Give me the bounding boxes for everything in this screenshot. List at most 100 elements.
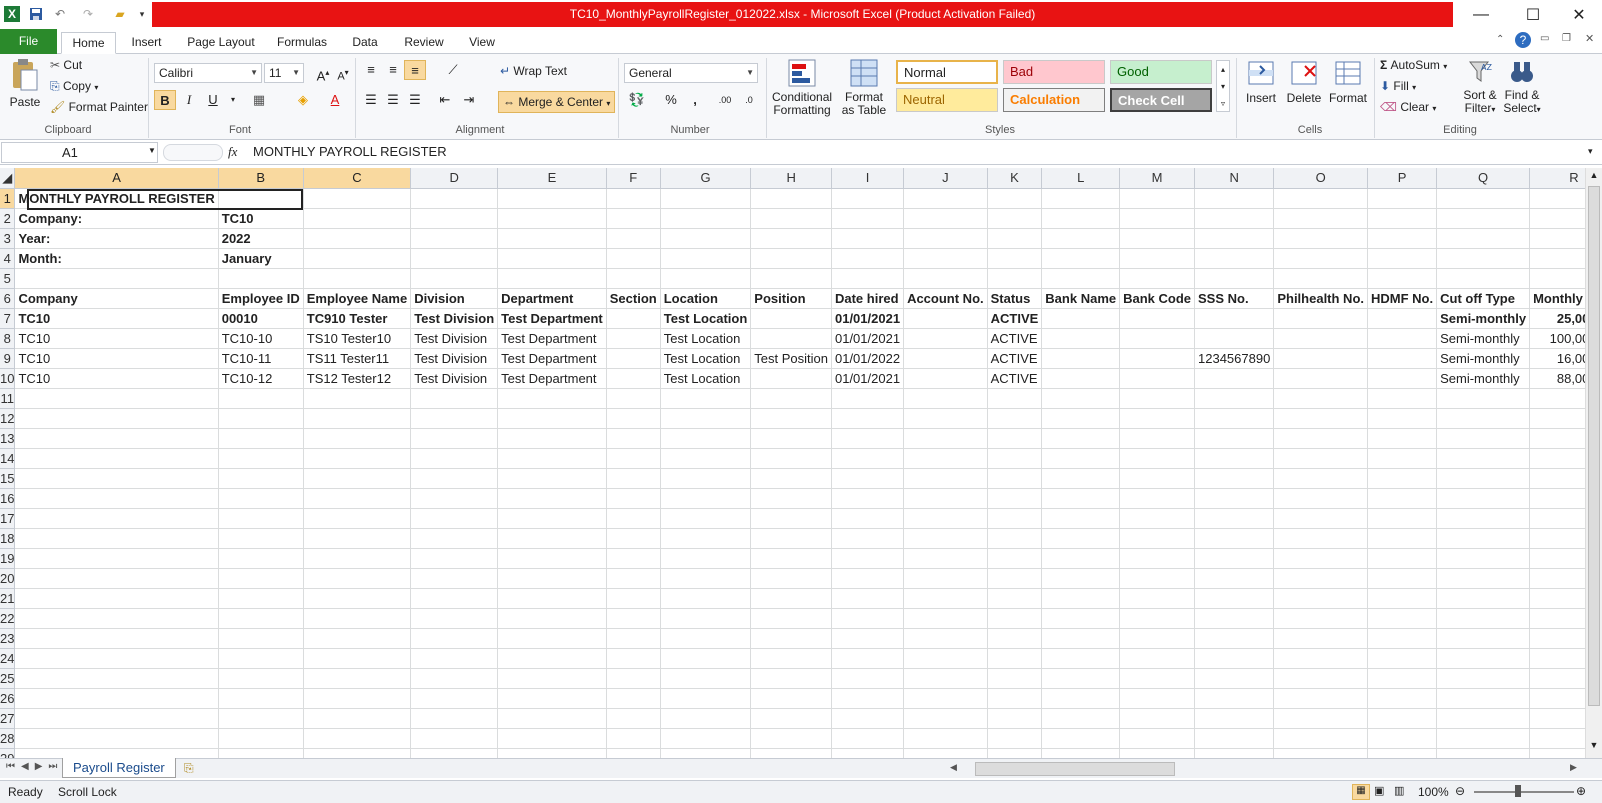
cell-o17[interactable] — [1273, 508, 1368, 529]
row-header[interactable]: 23 — [0, 628, 16, 649]
cell-q27[interactable] — [1436, 708, 1531, 729]
conditional-formatting-button[interactable]: Conditional Formatting — [772, 58, 832, 117]
cell-l9[interactable] — [1041, 348, 1121, 369]
styles-gallery-scroll[interactable]: ▴ ▾ ▿ — [1216, 60, 1230, 112]
cell-j2[interactable] — [903, 208, 988, 229]
cell-e7[interactable]: Test Department — [497, 308, 607, 329]
cell-j18[interactable] — [903, 528, 988, 549]
cell-c28[interactable] — [303, 728, 412, 749]
row-header[interactable]: 25 — [0, 668, 16, 689]
cell-i20[interactable] — [831, 568, 905, 589]
cell-q20[interactable] — [1436, 568, 1531, 589]
cell-j29[interactable] — [903, 748, 988, 758]
cell-k5[interactable] — [987, 268, 1043, 289]
cell-b24[interactable] — [218, 648, 304, 669]
cell-i22[interactable] — [831, 608, 905, 629]
row-header[interactable]: 1 — [0, 188, 16, 209]
cell-j10[interactable] — [903, 368, 988, 389]
font-name-combo[interactable]: Calibri ▼ — [154, 63, 262, 83]
cell-i4[interactable] — [831, 248, 905, 269]
percent-button[interactable]: % — [660, 90, 682, 110]
cell-o24[interactable] — [1273, 648, 1368, 669]
cell-e17[interactable] — [497, 508, 607, 529]
cell-o15[interactable] — [1273, 468, 1368, 489]
row-header[interactable]: 29 — [0, 748, 16, 758]
cell-a22[interactable] — [14, 608, 219, 629]
cell-h8[interactable] — [750, 328, 832, 349]
cell-d24[interactable] — [410, 648, 499, 669]
cell-k28[interactable] — [987, 728, 1043, 749]
cell-q9[interactable]: Semi-monthly — [1436, 348, 1531, 369]
cell-e24[interactable] — [497, 648, 607, 669]
cell-h3[interactable] — [750, 228, 832, 249]
cell-h26[interactable] — [750, 688, 832, 709]
cell-i6[interactable]: Date hired — [831, 288, 905, 309]
cell-q19[interactable] — [1436, 548, 1531, 569]
cell-f14[interactable] — [606, 448, 661, 469]
insert-function-icon[interactable]: fx — [228, 144, 237, 160]
cell-m14[interactable] — [1119, 448, 1196, 469]
cell-h28[interactable] — [750, 728, 832, 749]
cell-h16[interactable] — [750, 488, 832, 509]
cell-i27[interactable] — [831, 708, 905, 729]
customize-qat-icon[interactable]: ▾ — [134, 6, 150, 22]
cell-j15[interactable] — [903, 468, 988, 489]
cell-a17[interactable] — [14, 508, 219, 529]
cell-a18[interactable] — [14, 528, 219, 549]
cell-f7[interactable] — [606, 308, 661, 329]
cell-a28[interactable] — [14, 728, 219, 749]
row-header[interactable]: 21 — [0, 588, 16, 609]
cell-c6[interactable]: Employee Name — [303, 288, 412, 309]
cell-k23[interactable] — [987, 628, 1043, 649]
cell-g7[interactable]: Test Location — [660, 308, 752, 329]
cell-i2[interactable] — [831, 208, 905, 229]
row-header[interactable]: 18 — [0, 528, 16, 549]
cell-q25[interactable] — [1436, 668, 1531, 689]
cell-q13[interactable] — [1436, 428, 1531, 449]
bold-button[interactable]: B — [154, 90, 176, 110]
fill-button[interactable]: ⬇ Fill ▾ — [1380, 79, 1416, 93]
cell-e28[interactable] — [497, 728, 607, 749]
cell-i29[interactable] — [831, 748, 905, 758]
column-header-d[interactable]: D — [410, 168, 499, 189]
column-header-g[interactable]: G — [660, 168, 752, 189]
cell-b7[interactable]: 00010 — [218, 308, 304, 329]
cell-r9[interactable]: 16,000.00 — [1529, 348, 1585, 369]
cell-b29[interactable] — [218, 748, 304, 758]
cell-k3[interactable] — [987, 228, 1043, 249]
cell-m25[interactable] — [1119, 668, 1196, 689]
column-header-o[interactable]: O — [1273, 168, 1368, 189]
cell-o6[interactable]: Philhealth No. — [1273, 288, 1368, 309]
row-header[interactable]: 12 — [0, 408, 16, 429]
cell-k21[interactable] — [987, 588, 1043, 609]
cell-f11[interactable] — [606, 388, 661, 409]
grow-font-button[interactable]: A▴ — [312, 63, 334, 83]
cell-d7[interactable]: Test Division — [410, 308, 499, 329]
name-box-dropdown[interactable]: ▼ — [148, 146, 156, 155]
cell-m24[interactable] — [1119, 648, 1196, 669]
cell-b23[interactable] — [218, 628, 304, 649]
cell-m7[interactable] — [1119, 308, 1196, 329]
column-header-e[interactable]: E — [497, 168, 607, 189]
cell-h1[interactable] — [750, 188, 832, 209]
cell-c15[interactable] — [303, 468, 412, 489]
cell-m21[interactable] — [1119, 588, 1196, 609]
column-header-f[interactable]: F — [606, 168, 661, 189]
cell-j3[interactable] — [903, 228, 988, 249]
font-size-combo[interactable]: 11 ▼ — [264, 63, 304, 83]
cell-g4[interactable] — [660, 248, 752, 269]
cell-a1[interactable]: MONTHLY PAYROLL REGISTER — [14, 188, 219, 209]
style-normal[interactable]: Normal — [896, 60, 998, 84]
underline-button[interactable]: U — [202, 90, 224, 110]
cell-n5[interactable] — [1194, 268, 1275, 289]
cell-k24[interactable] — [987, 648, 1043, 669]
cell-g11[interactable] — [660, 388, 752, 409]
cell-f17[interactable] — [606, 508, 661, 529]
cell-k8[interactable]: ACTIVE — [987, 328, 1043, 349]
cell-g29[interactable] — [660, 748, 752, 758]
cell-c25[interactable] — [303, 668, 412, 689]
cell-d29[interactable] — [410, 748, 499, 758]
cell-f1[interactable] — [606, 188, 661, 209]
page-break-view-icon[interactable]: ▥ — [1394, 784, 1404, 797]
cell-j13[interactable] — [903, 428, 988, 449]
